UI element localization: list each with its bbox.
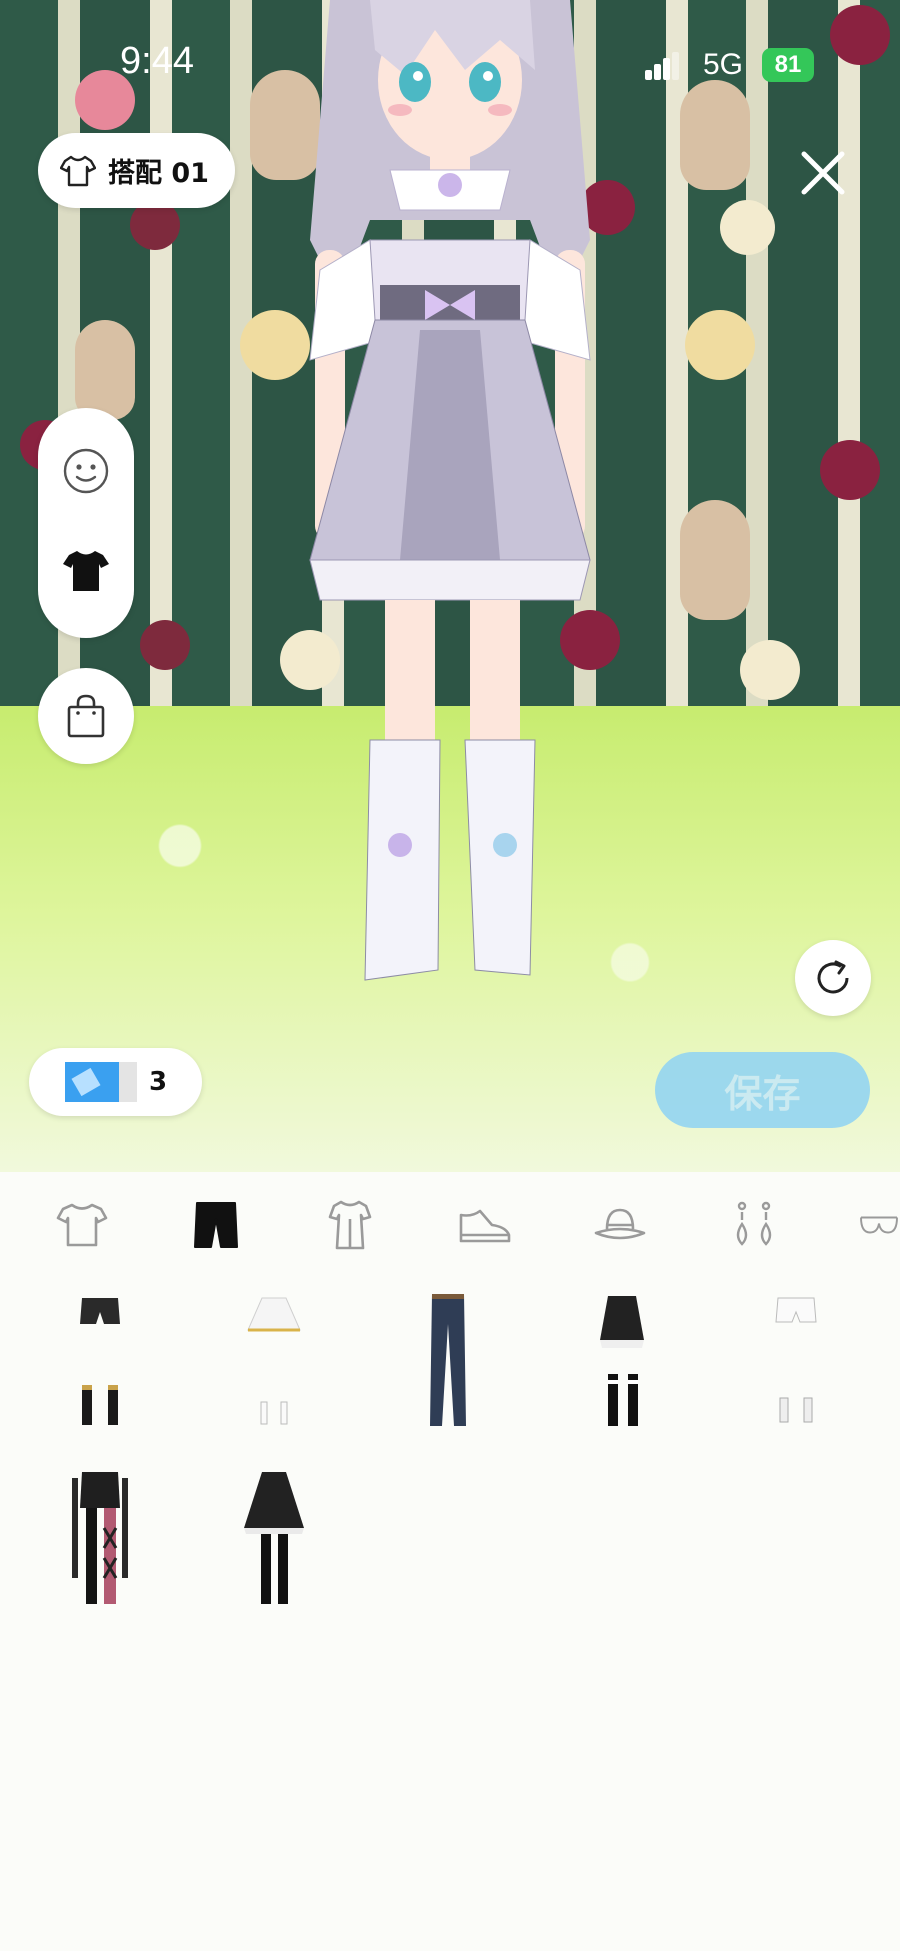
category-tab-accessories[interactable] <box>724 1195 784 1255</box>
battery-icon: 81 <box>762 48 814 82</box>
rotate-button[interactable] <box>795 940 871 1016</box>
ticket-icon <box>65 1062 137 1102</box>
flower-decoration <box>820 440 880 500</box>
shopping-bag-icon <box>67 694 105 738</box>
jeans-thumbnail <box>430 1294 466 1426</box>
outfit-label: 搭配 01 <box>108 158 209 189</box>
avatar-character[interactable] <box>260 0 640 1000</box>
close-icon[interactable] <box>798 148 848 198</box>
black-shorts-thumbnail <box>80 1298 120 1425</box>
black-lace-pants-thumbnail <box>72 1472 128 1604</box>
shoe-category-icon <box>459 1209 511 1243</box>
white-skirt-thumbnail <box>247 1297 301 1425</box>
category-tab-hats[interactable] <box>590 1195 650 1255</box>
category-tab-bottoms[interactable] <box>186 1195 246 1255</box>
rabbit-decoration <box>680 80 750 190</box>
white-shorts-thumbnail <box>775 1297 817 1423</box>
tshirt-filled-icon <box>63 551 109 591</box>
dress-category-icon <box>328 1200 372 1250</box>
shop-button[interactable] <box>38 668 134 764</box>
ticket-count: 3 <box>149 1067 168 1097</box>
network-type: 5G <box>703 48 744 81</box>
face-button[interactable] <box>50 435 122 507</box>
flower-decoration <box>740 640 800 700</box>
hat-category-icon <box>594 1208 646 1240</box>
outfit-selector[interactable]: 搭配 01 <box>38 133 235 208</box>
clothes-button[interactable] <box>50 535 122 607</box>
black-lace-pants-item[interactable] <box>40 1468 160 1608</box>
save-button[interactable]: 保存 <box>655 1052 870 1128</box>
pants-category-icon <box>194 1202 238 1248</box>
white-pleated-skirt-item[interactable] <box>214 1290 334 1430</box>
category-tab-dresses[interactable] <box>320 1195 380 1255</box>
status-time: 9:44 <box>120 40 194 82</box>
face-icon <box>63 448 109 494</box>
rotate-icon <box>817 960 849 994</box>
rabbit-decoration <box>75 320 135 420</box>
black-shorts-item[interactable] <box>40 1290 160 1430</box>
flower-decoration <box>830 5 890 65</box>
flower-decoration <box>720 200 775 255</box>
tshirt-category-icon <box>56 1203 108 1247</box>
black-flared-skirt-thumbnail <box>244 1472 304 1604</box>
ticket-counter[interactable]: 3 <box>29 1048 202 1116</box>
category-tab-tops[interactable] <box>52 1195 112 1255</box>
flower-decoration <box>685 310 755 380</box>
battery-level: 81 <box>774 51 802 78</box>
bra-category-icon <box>860 1216 898 1234</box>
earring-category-icon <box>736 1201 772 1246</box>
flower-decoration <box>140 620 190 670</box>
black-flared-skirt-item[interactable] <box>214 1468 334 1608</box>
save-label: 保存 <box>724 1071 801 1116</box>
category-tab-underwear[interactable] <box>858 1195 900 1255</box>
white-shorts-item[interactable] <box>736 1290 856 1430</box>
avatar-stage: 9:44 5G 81 搭配 01 3 保存 <box>0 0 900 1172</box>
category-tab-shoes[interactable] <box>455 1195 515 1255</box>
black-ruffle-shorts-thumbnail <box>600 1296 644 1426</box>
rabbit-decoration <box>680 500 750 620</box>
signal-icon <box>645 50 679 80</box>
tshirt-outline-icon <box>60 155 96 186</box>
black-ruffle-shorts-item[interactable] <box>562 1290 682 1430</box>
denim-jeans-item[interactable] <box>388 1290 508 1430</box>
